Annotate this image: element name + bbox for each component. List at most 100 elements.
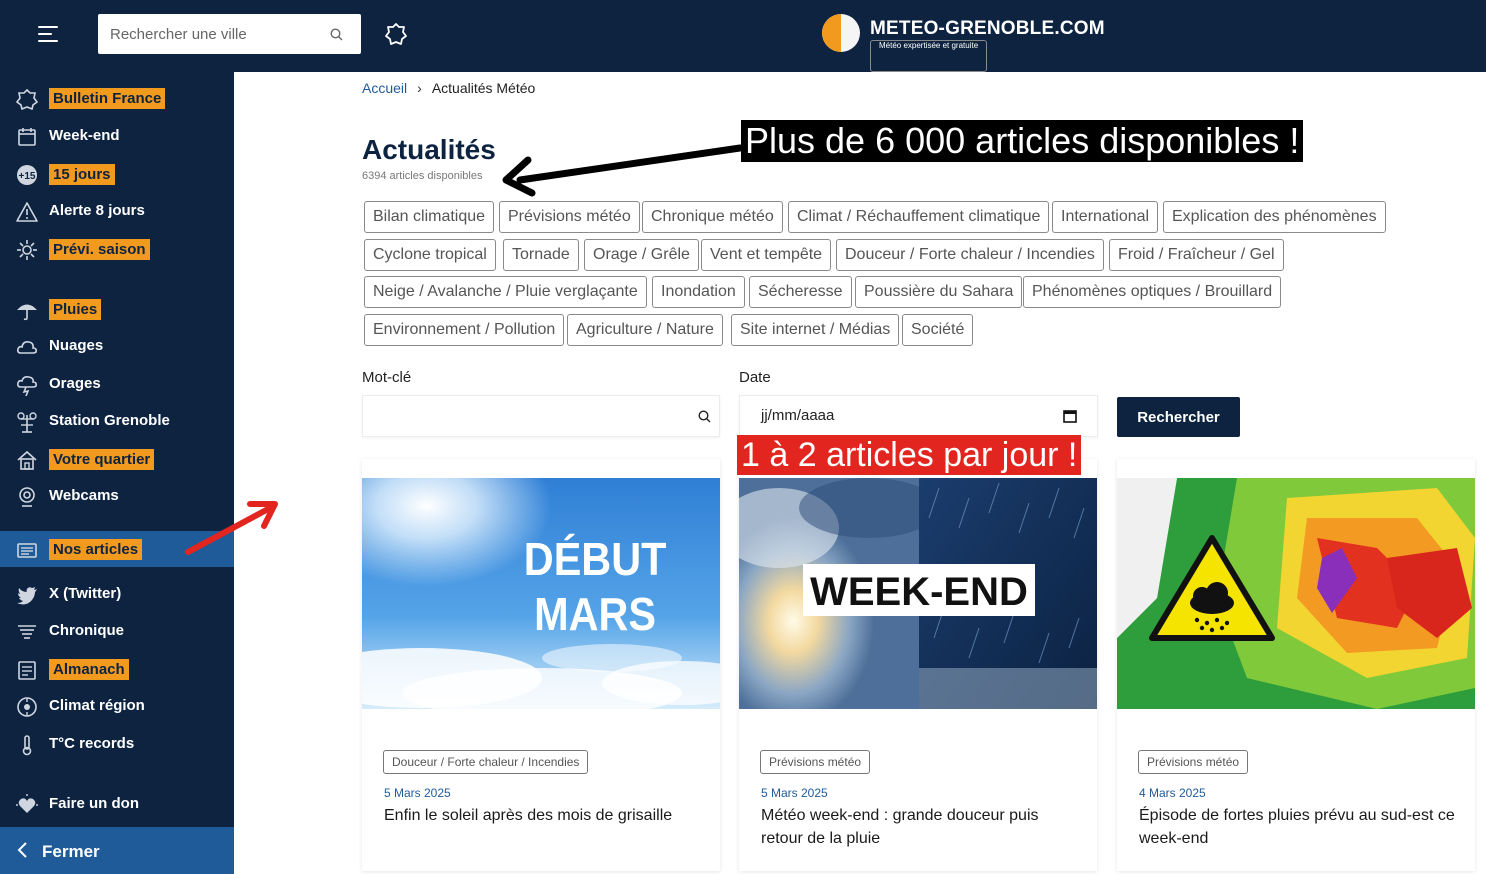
category-tag[interactable]: Environnement / Pollution — [364, 314, 565, 346]
category-tag[interactable]: Climat / Réchauffement climatique — [788, 201, 1050, 233]
sidebar: Bulletin France Week-end +15 15 jours Alerte… — [0, 72, 234, 874]
category-tag[interactable]: Explication des phénomènes — [1163, 201, 1386, 233]
article-title[interactable]: Météo week-end : grande douceur puis ret… — [761, 804, 1081, 850]
sidebar-item-15-jours[interactable]: +15 15 jours — [0, 156, 234, 192]
sidebar-item-label: Prévi. saison — [49, 239, 150, 260]
breadcrumb-current: Actualités Météo — [431, 80, 536, 96]
star-map-icon — [16, 88, 38, 110]
sidebar-item-almanach[interactable]: Almanach — [0, 651, 234, 687]
keyword-input[interactable] — [363, 396, 684, 436]
sidebar-item-label: T°C records — [49, 735, 135, 752]
category-tag[interactable]: Vent et tempête — [701, 239, 832, 271]
logo-name: METEO-GRENOBLE.COM — [870, 18, 1105, 39]
date-input[interactable]: jj/mm/aaaa — [761, 407, 834, 424]
sidebar-item-label: X (Twitter) — [49, 585, 122, 602]
annotation-banner-cards: 1 à 2 articles par jour ! — [737, 435, 1082, 475]
image-text: DÉBUT — [524, 533, 667, 586]
wind-icon — [18, 625, 36, 639]
category-tag[interactable]: Tornade — [503, 239, 579, 271]
cloud-icon — [17, 341, 37, 354]
sidebar-item-label: Alerte 8 jours — [49, 202, 145, 219]
search-button[interactable]: Rechercher — [1117, 397, 1240, 437]
breadcrumb-home-link[interactable]: Accueil — [362, 80, 407, 96]
sun-snow-icon — [17, 240, 37, 260]
sidebar-item-nuages[interactable]: Nuages — [0, 328, 234, 364]
category-tag[interactable]: Bilan climatique — [364, 201, 495, 233]
sidebar-item-alerte-8-jours[interactable]: Alerte 8 jours — [0, 193, 234, 229]
home-icon — [17, 450, 37, 470]
article-tag[interactable]: Prévisions météo — [760, 750, 871, 774]
sidebar-item-t-c-records[interactable]: T°C records — [0, 726, 234, 762]
category-tag[interactable]: Chronique météo — [642, 201, 783, 233]
calendar-icon[interactable] — [1063, 409, 1077, 423]
sidebar-item-bulletin-france[interactable]: Bulletin France — [0, 80, 234, 116]
article-card[interactable]: WEEK-END Prévisions météo 5 Mars 2025 Mé… — [739, 459, 1097, 871]
search-icon[interactable] — [330, 28, 343, 41]
article-image[interactable]: DÉBUT MARS — [362, 478, 720, 709]
sidebar-item-pr-vi-saison[interactable]: Prévi. saison — [0, 231, 234, 267]
almanac-icon — [18, 661, 36, 680]
city-search-input[interactable] — [98, 14, 318, 54]
sidebar-item-votre-quartier[interactable]: Votre quartier — [0, 441, 234, 477]
breadcrumb: Accueil › Actualités Météo — [362, 80, 535, 96]
france-map-icon[interactable] — [384, 22, 408, 46]
sidebar-item-week-end[interactable]: Week-end — [0, 118, 234, 154]
sidebar-item-nos-articles[interactable]: Nos articles — [0, 531, 234, 567]
article-title[interactable]: Épisode de fortes pluies prévu au sud-es… — [1139, 804, 1459, 850]
article-image[interactable]: WEEK-END — [739, 478, 1097, 709]
storm-icon — [17, 376, 37, 396]
sidebar-item-label: Almanach — [49, 659, 129, 680]
sidebar-item-x-twitter[interactable]: X (Twitter) — [0, 576, 234, 612]
sidebar-item-station-grenoble[interactable]: Station Grenoble — [0, 403, 234, 439]
climate-icon — [17, 697, 37, 717]
article-card[interactable]: Prévisions météo 4 Mars 2025 Épisode de … — [1117, 459, 1475, 871]
sidebar-item-chronique[interactable]: Chronique — [0, 613, 234, 649]
sidebar-item-orages[interactable]: Orages — [0, 366, 234, 402]
umbrella-icon — [17, 304, 37, 321]
category-tag[interactable]: Agriculture / Nature — [567, 314, 723, 346]
plus15-icon: +15 — [17, 165, 37, 185]
annotation-banner-top: Plus de 6 000 articles disponibles ! — [741, 120, 1304, 162]
sidebar-item-label: 15 jours — [49, 164, 115, 185]
sidebar-item-label: Chronique — [49, 622, 124, 639]
calendar-icon — [18, 128, 36, 146]
category-tag[interactable]: Cyclone tropical — [364, 239, 496, 271]
category-tag[interactable]: Neige / Avalanche / Pluie verglaçante — [364, 276, 647, 308]
article-tag[interactable]: Prévisions météo — [1138, 750, 1249, 774]
category-tag[interactable]: Sécheresse — [749, 276, 852, 308]
category-tag[interactable]: International — [1052, 201, 1159, 233]
sidebar-item-label: Faire un don — [49, 795, 139, 812]
station-icon — [17, 412, 37, 433]
sidebar-item-webcams[interactable]: Webcams — [0, 478, 234, 514]
sidebar-item-label: Orages — [49, 375, 101, 392]
article-card[interactable]: DÉBUT MARS Douceur / Forte chaleur / Inc… — [362, 459, 720, 871]
category-tag[interactable]: Phénomènes optiques / Brouillard — [1023, 276, 1282, 308]
article-date: 4 Mars 2025 — [1139, 786, 1206, 800]
category-tag[interactable]: Poussière du Sahara — [855, 276, 1023, 308]
category-tag[interactable]: Inondation — [652, 276, 745, 308]
article-date: 5 Mars 2025 — [761, 786, 828, 800]
close-label: Fermer — [42, 842, 100, 861]
sidebar-item-label: Nos articles — [49, 539, 143, 560]
category-tag[interactable]: Site internet / Médias — [731, 314, 900, 346]
article-date: 5 Mars 2025 — [384, 786, 451, 800]
category-tag[interactable]: Froid / Fraîcheur / Gel — [1109, 239, 1284, 271]
sidebar-item-pluies[interactable]: Pluies — [0, 291, 234, 327]
keyword-label: Mot-clé — [362, 369, 412, 386]
category-tag[interactable]: Société — [902, 314, 974, 346]
article-tag[interactable]: Douceur / Forte chaleur / Incendies — [383, 750, 589, 774]
category-tag[interactable]: Douceur / Forte chaleur / Incendies — [836, 239, 1104, 271]
article-image[interactable] — [1117, 478, 1475, 709]
close-sidebar-button[interactable]: Fermer — [0, 827, 234, 874]
category-tag[interactable]: Orage / Grêle — [584, 239, 699, 271]
sidebar-item-label: Week-end — [49, 127, 120, 144]
sidebar-item-faire-un-don[interactable]: Faire un don — [0, 786, 234, 822]
thermometer-icon — [22, 735, 32, 756]
image-text: MARS — [534, 589, 656, 641]
donate-icon — [16, 794, 38, 813]
sidebar-item-climat-r-gion[interactable]: Climat région — [0, 688, 234, 724]
search-icon[interactable] — [698, 410, 711, 423]
article-title[interactable]: Enfin le soleil après des mois de grisai… — [384, 804, 704, 827]
menu-icon[interactable] — [38, 24, 60, 44]
category-tag[interactable]: Prévisions météo — [499, 201, 640, 233]
